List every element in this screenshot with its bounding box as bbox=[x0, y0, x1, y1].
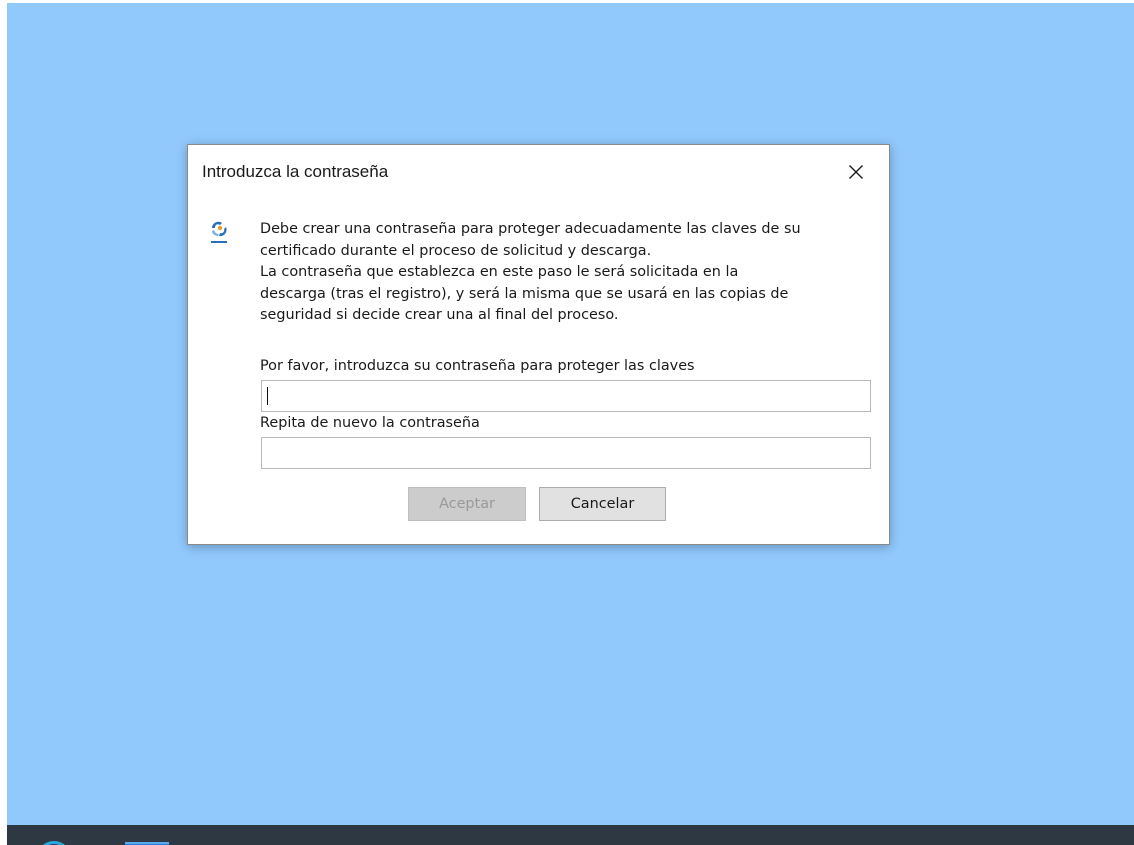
password-label: Por favor, introduzca su contraseña para… bbox=[260, 358, 695, 374]
close-button[interactable] bbox=[838, 157, 874, 187]
close-icon bbox=[849, 165, 863, 179]
text-caret bbox=[267, 387, 268, 405]
repeat-password-label: Repita de nuevo la contraseña bbox=[260, 415, 480, 431]
repeat-password-input[interactable] bbox=[261, 437, 871, 469]
dialog-message: Debe crear una contraseña para proteger … bbox=[260, 221, 801, 324]
password-input[interactable] bbox=[261, 380, 871, 412]
taskbar bbox=[7, 825, 1134, 845]
accept-button[interactable]: Aceptar bbox=[408, 487, 526, 521]
certificate-app-icon bbox=[211, 221, 227, 243]
taskbar-app-icon[interactable] bbox=[37, 841, 71, 845]
password-dialog: Introduzca la contraseña Debe crear una … bbox=[187, 144, 890, 545]
dialog-title: Introduzca la contraseña bbox=[202, 162, 389, 181]
cancel-button[interactable]: Cancelar bbox=[539, 487, 666, 521]
screen: Introduzca la contraseña Debe crear una … bbox=[0, 0, 1134, 845]
